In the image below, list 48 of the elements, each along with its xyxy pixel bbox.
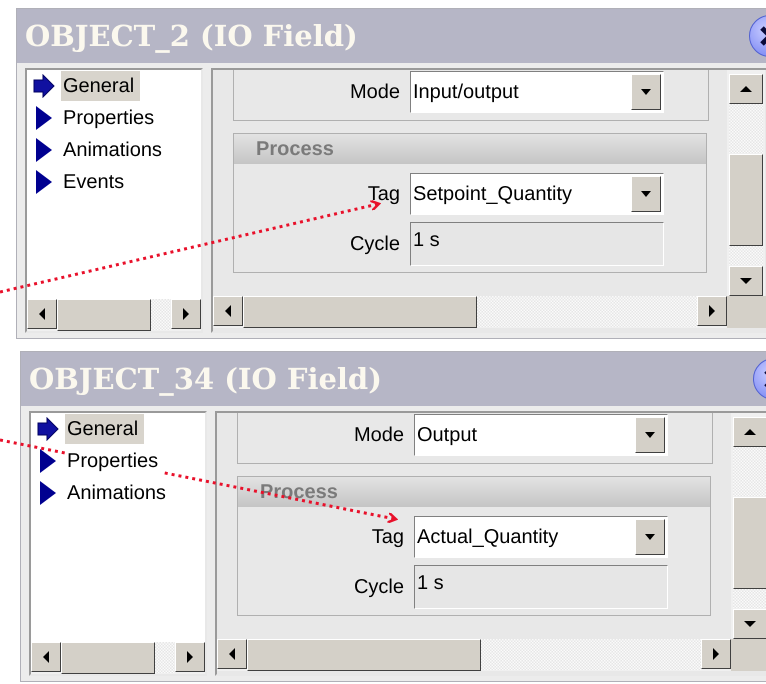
right-arrow-icon[interactable] [708,305,716,317]
scrollbar-track[interactable] [151,299,171,331]
right-arrow-icon[interactable] [712,648,720,660]
horizontal-scrollbar[interactable] [31,642,205,674]
horizontal-scrollbar[interactable] [213,296,727,328]
dropdown-field[interactable]: Output [414,414,668,456]
field-label: Cycle [352,576,404,598]
dropdown-field[interactable]: Setpoint_Quantity [410,173,664,215]
field-label: Cycle [348,232,400,256]
left-arrow-icon[interactable] [224,305,232,317]
group-title: Process [260,480,338,504]
field-label: Tag [370,526,404,548]
scrollbar-thumb[interactable] [247,639,481,671]
vertical-scrollbar[interactable] [731,413,766,639]
left-arrow-icon[interactable] [42,651,50,663]
scrollbar-thumb[interactable] [61,642,155,674]
field-label: Tag [366,182,400,206]
left-arrow-icon[interactable] [228,648,236,660]
left-arrow-icon[interactable] [38,308,46,320]
scrollbar-thumb[interactable] [243,296,477,328]
up-arrow-icon[interactable] [740,85,752,93]
nav-item[interactable]: General [61,71,140,101]
down-arrow-icon[interactable] [744,620,756,628]
input-field[interactable]: 1 s [414,565,668,609]
right-arrow-icon[interactable] [182,308,190,320]
scrollbar-thumb[interactable] [729,154,763,246]
nav-item[interactable]: General [65,414,144,444]
field-label: Mode [352,424,404,446]
right-arrow-icon[interactable] [186,651,194,663]
group-title: Process [256,138,334,160]
dropdown-field[interactable]: Input/output [410,71,664,113]
scrollbar-track[interactable] [155,642,175,674]
scrollbar-track[interactable] [733,589,766,609]
dropdown-field[interactable]: Actual_Quantity [414,516,668,558]
vertical-scrollbar[interactable] [727,70,765,296]
down-arrow-icon[interactable] [740,277,752,285]
window-title: OBJECT_34 (IO Field) [29,362,382,396]
scrollbar-track[interactable] [729,246,763,266]
horizontal-scrollbar[interactable] [217,639,731,671]
arrow-icon [37,417,59,441]
scrollbar-thumb[interactable] [57,299,151,331]
up-arrow-icon[interactable] [744,428,756,436]
arrow-icon [33,74,55,98]
field-label: Mode [348,80,400,104]
scrollbar-thumb[interactable] [733,497,766,589]
horizontal-scrollbar[interactable] [27,299,201,331]
window-title: OBJECT_2 (IO Field) [25,19,358,53]
input-field[interactable]: 1 s [410,222,664,266]
